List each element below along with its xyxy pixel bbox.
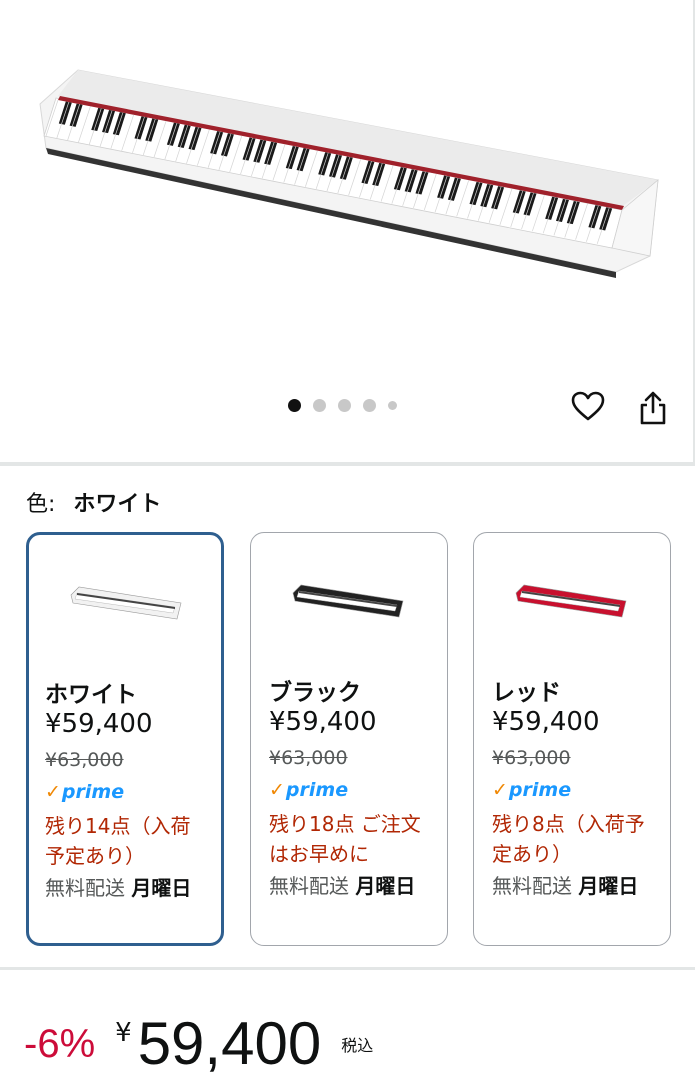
piano-product-image[interactable] bbox=[30, 60, 670, 290]
delivery-day: 月曜日 bbox=[131, 876, 192, 900]
prime-label: prime bbox=[285, 779, 349, 801]
stock-status: 残り14点（入荷予定あり） bbox=[45, 814, 191, 868]
stock-status: 残り8点（入荷予定あり） bbox=[492, 812, 645, 866]
pagination-dot[interactable] bbox=[388, 401, 397, 410]
variant-name: ホワイト bbox=[45, 682, 137, 708]
image-pagination-dots[interactable] bbox=[288, 399, 397, 412]
variant-thumbnail bbox=[515, 584, 627, 618]
color-selected-value: ホワイト bbox=[73, 492, 162, 517]
shipping-label: 無料配送 bbox=[269, 874, 349, 898]
currency-symbol: ¥ bbox=[115, 1018, 132, 1048]
price-block: -6% ¥ 59,400 税込 bbox=[24, 1008, 373, 1074]
variant-price: ¥59,400 bbox=[492, 707, 600, 737]
product-image-gallery[interactable] bbox=[0, 0, 695, 462]
shipping-info: 無料配送 月曜日 bbox=[269, 871, 429, 902]
current-price: 59,400 bbox=[137, 1010, 322, 1077]
variant-name: ブラック bbox=[269, 680, 361, 706]
variant-name: レッド bbox=[492, 680, 561, 706]
shipping-info: 無料配送 月曜日 bbox=[45, 873, 205, 904]
wishlist-button[interactable] bbox=[568, 386, 608, 426]
prime-check-icon: ✓ bbox=[269, 779, 285, 801]
stock-status: 残り18点 ご注文はお早めに bbox=[269, 812, 421, 866]
section-divider bbox=[0, 967, 695, 970]
heart-icon bbox=[571, 391, 605, 421]
prime-label: prime bbox=[508, 779, 572, 801]
shipping-label: 無料配送 bbox=[45, 876, 125, 900]
tax-included-label: 税込 bbox=[341, 1036, 374, 1055]
color-label-key: 色: bbox=[26, 492, 56, 517]
pagination-dot-active[interactable] bbox=[288, 399, 301, 412]
variant-price: ¥59,400 bbox=[45, 709, 153, 739]
color-selector-label: 色: ホワイト bbox=[26, 486, 161, 518]
prime-badge: ✓prime bbox=[269, 779, 348, 801]
delivery-day: 月曜日 bbox=[578, 874, 639, 898]
variant-list-price: ¥63,000 bbox=[269, 747, 348, 769]
prime-badge: ✓prime bbox=[492, 779, 571, 801]
prime-label: prime bbox=[61, 781, 125, 803]
pagination-dot[interactable] bbox=[313, 399, 326, 412]
color-variant-1[interactable]: ホワイト ¥59,400 ¥63,000 ✓prime 残り14点（入荷予定あり） 無料配… bbox=[26, 532, 224, 946]
variant-thumbnail bbox=[70, 586, 182, 620]
shipping-label: 無料配送 bbox=[492, 874, 572, 898]
pagination-dot[interactable] bbox=[338, 399, 351, 412]
prime-badge: ✓prime bbox=[45, 781, 124, 803]
delivery-day: 月曜日 bbox=[355, 874, 416, 898]
discount-percentage: -6% bbox=[24, 1022, 96, 1066]
color-variant-2[interactable]: ブラック ¥59,400 ¥63,000 ✓prime 残り18点 ご注文はお早めに無料… bbox=[250, 532, 448, 946]
variant-list-price: ¥63,000 bbox=[45, 749, 124, 771]
prime-check-icon: ✓ bbox=[45, 781, 61, 803]
color-variant-3[interactable]: レッド ¥59,400 ¥63,000 ✓prime 残り8点（入荷予定あり） 無料配送 … bbox=[473, 532, 671, 946]
prime-check-icon: ✓ bbox=[492, 779, 508, 801]
share-icon bbox=[640, 391, 666, 425]
variant-price: ¥59,400 bbox=[269, 707, 377, 737]
variant-list-price: ¥63,000 bbox=[492, 747, 571, 769]
share-button[interactable] bbox=[633, 386, 673, 430]
variant-thumbnail bbox=[292, 584, 404, 618]
pagination-dot[interactable] bbox=[363, 399, 376, 412]
shipping-info: 無料配送 月曜日 bbox=[492, 871, 652, 902]
section-divider bbox=[0, 462, 695, 466]
